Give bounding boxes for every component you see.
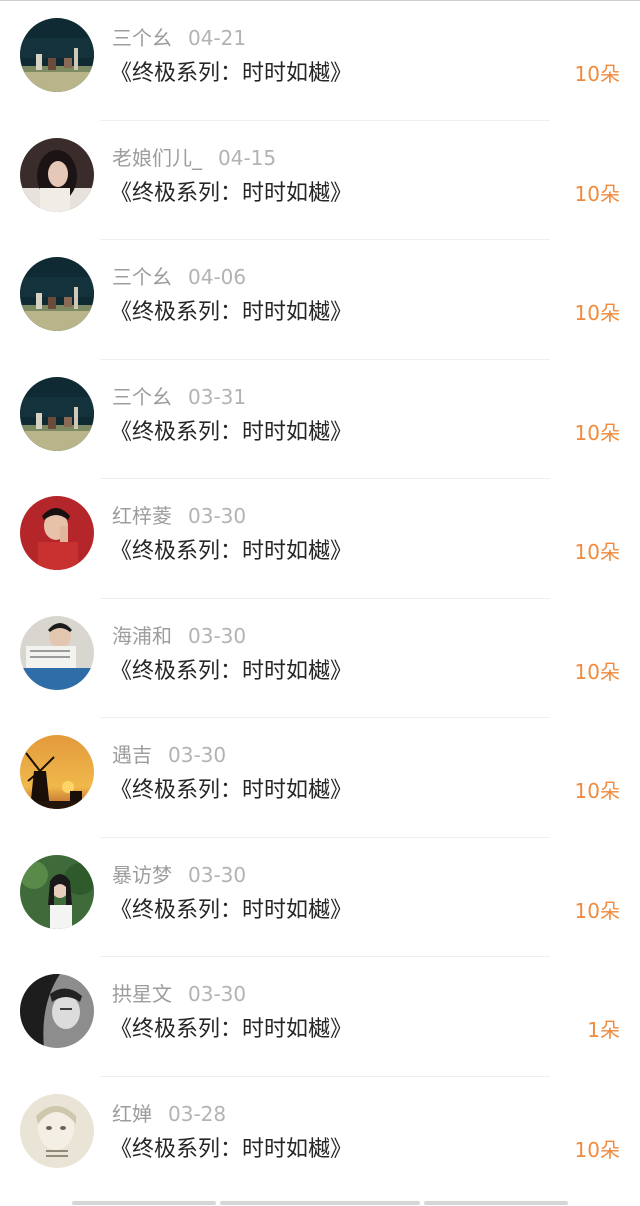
avatar[interactable]	[20, 974, 94, 1048]
list-item[interactable]: 三个幺 04-21 《终极系列：时时如樾》 10朵	[0, 1, 640, 121]
record-date: 03-28	[168, 1101, 227, 1126]
gift-title: 《终极系列：时时如樾》	[110, 61, 353, 86]
gift-title: 《终极系列：时时如樾》	[110, 658, 353, 684]
gift-record-list: 三个幺 04-21 《终极系列：时时如樾》 10朵 老娘们儿_ 04-15 《终极系…	[0, 1, 640, 1196]
record-date: 03-30	[188, 982, 247, 1006]
avatar[interactable]	[20, 257, 94, 331]
indicator-segment	[72, 1201, 216, 1205]
username[interactable]: 红婵	[112, 1102, 152, 1126]
list-item[interactable]: 红婵 03-28 《终极系列：时时如樾》 10朵	[0, 1077, 640, 1197]
record-meta: 三个幺 04-06	[112, 263, 246, 291]
record-meta: 红婵 03-28	[112, 1100, 226, 1128]
record-date: 03-30	[188, 623, 247, 648]
gift-title: 《终极系列：时时如樾》	[110, 897, 353, 923]
gift-count: 10朵	[574, 659, 620, 684]
gift-title: 《终极系列：时时如樾》	[110, 180, 353, 206]
list-item[interactable]: 三个幺 04-06 《终极系列：时时如樾》 10朵	[0, 240, 640, 360]
indicator-segment	[424, 1201, 568, 1205]
record-meta: 三个幺 03-31	[112, 383, 246, 411]
list-item[interactable]: 海浦和 03-30 《终极系列：时时如樾》 10朵	[0, 599, 640, 718]
username[interactable]: 三个幺	[112, 265, 172, 289]
list-item[interactable]: 暴访梦 03-30 《终极系列：时时如樾》 10朵	[0, 838, 640, 957]
username[interactable]: 暴访梦	[112, 863, 172, 887]
gift-count: 10朵	[574, 898, 620, 923]
record-date: 04-15	[218, 145, 277, 170]
gift-title: 《终极系列：时时如樾》	[110, 539, 353, 564]
list-item[interactable]: 拱星文 03-30 《终极系列：时时如樾》 1朵	[0, 957, 640, 1077]
username[interactable]: 老娘们儿_	[112, 146, 202, 170]
record-meta: 暴访梦 03-30	[112, 861, 246, 889]
gift-count: 10朵	[574, 1137, 620, 1162]
username[interactable]: 三个幺	[112, 26, 172, 50]
avatar[interactable]	[20, 854, 94, 929]
bottom-scroll-indicator	[0, 1200, 640, 1206]
gift-count: 10朵	[574, 62, 620, 86]
gift-title: 《终极系列：时时如樾》	[110, 1017, 353, 1042]
avatar[interactable]	[20, 1093, 94, 1168]
gift-count: 1朵	[587, 1018, 620, 1042]
username[interactable]: 遇吉	[112, 743, 152, 767]
record-meta: 拱星文 03-30	[112, 980, 246, 1008]
gift-count: 10朵	[574, 420, 620, 445]
avatar[interactable]	[20, 615, 94, 690]
gift-count: 10朵	[574, 779, 620, 803]
record-date: 04-06	[188, 265, 247, 289]
gift-title: 《终极系列：时时如樾》	[110, 419, 353, 445]
gift-count: 10朵	[574, 540, 620, 564]
record-meta: 遇吉 03-30	[112, 741, 226, 769]
gift-title: 《终极系列：时时如樾》	[110, 1136, 353, 1162]
record-meta: 海浦和 03-30	[112, 622, 246, 650]
gift-count: 10朵	[574, 301, 620, 325]
list-item[interactable]: 红梓菱 03-30 《终极系列：时时如樾》 10朵	[0, 479, 640, 599]
avatar[interactable]	[20, 735, 94, 809]
avatar[interactable]	[20, 18, 94, 92]
username[interactable]: 三个幺	[112, 385, 172, 409]
indicator-segment	[220, 1201, 420, 1205]
avatar[interactable]	[20, 137, 94, 212]
list-item[interactable]: 三个幺 03-31 《终极系列：时时如樾》 10朵	[0, 360, 640, 479]
gift-title: 《终极系列：时时如樾》	[110, 300, 353, 325]
record-date: 04-21	[188, 26, 247, 50]
username[interactable]: 红梓菱	[112, 504, 172, 528]
record-meta: 三个幺 04-21	[112, 24, 246, 52]
gift-title: 《终极系列：时时如樾》	[110, 778, 353, 803]
record-meta: 老娘们儿_ 04-15	[112, 144, 276, 172]
record-date: 03-31	[188, 384, 247, 409]
record-date: 03-30	[188, 862, 247, 887]
record-date: 03-30	[188, 504, 247, 528]
username[interactable]: 拱星文	[112, 982, 172, 1006]
avatar[interactable]	[20, 496, 94, 570]
avatar[interactable]	[20, 376, 94, 451]
username[interactable]: 海浦和	[112, 624, 172, 648]
gift-count: 10朵	[574, 181, 620, 206]
record-date: 03-30	[168, 743, 227, 767]
record-meta: 红梓菱 03-30	[112, 502, 246, 530]
list-item[interactable]: 遇吉 03-30 《终极系列：时时如樾》 10朵	[0, 718, 640, 838]
list-item[interactable]: 老娘们儿_ 04-15 《终极系列：时时如樾》 10朵	[0, 121, 640, 240]
